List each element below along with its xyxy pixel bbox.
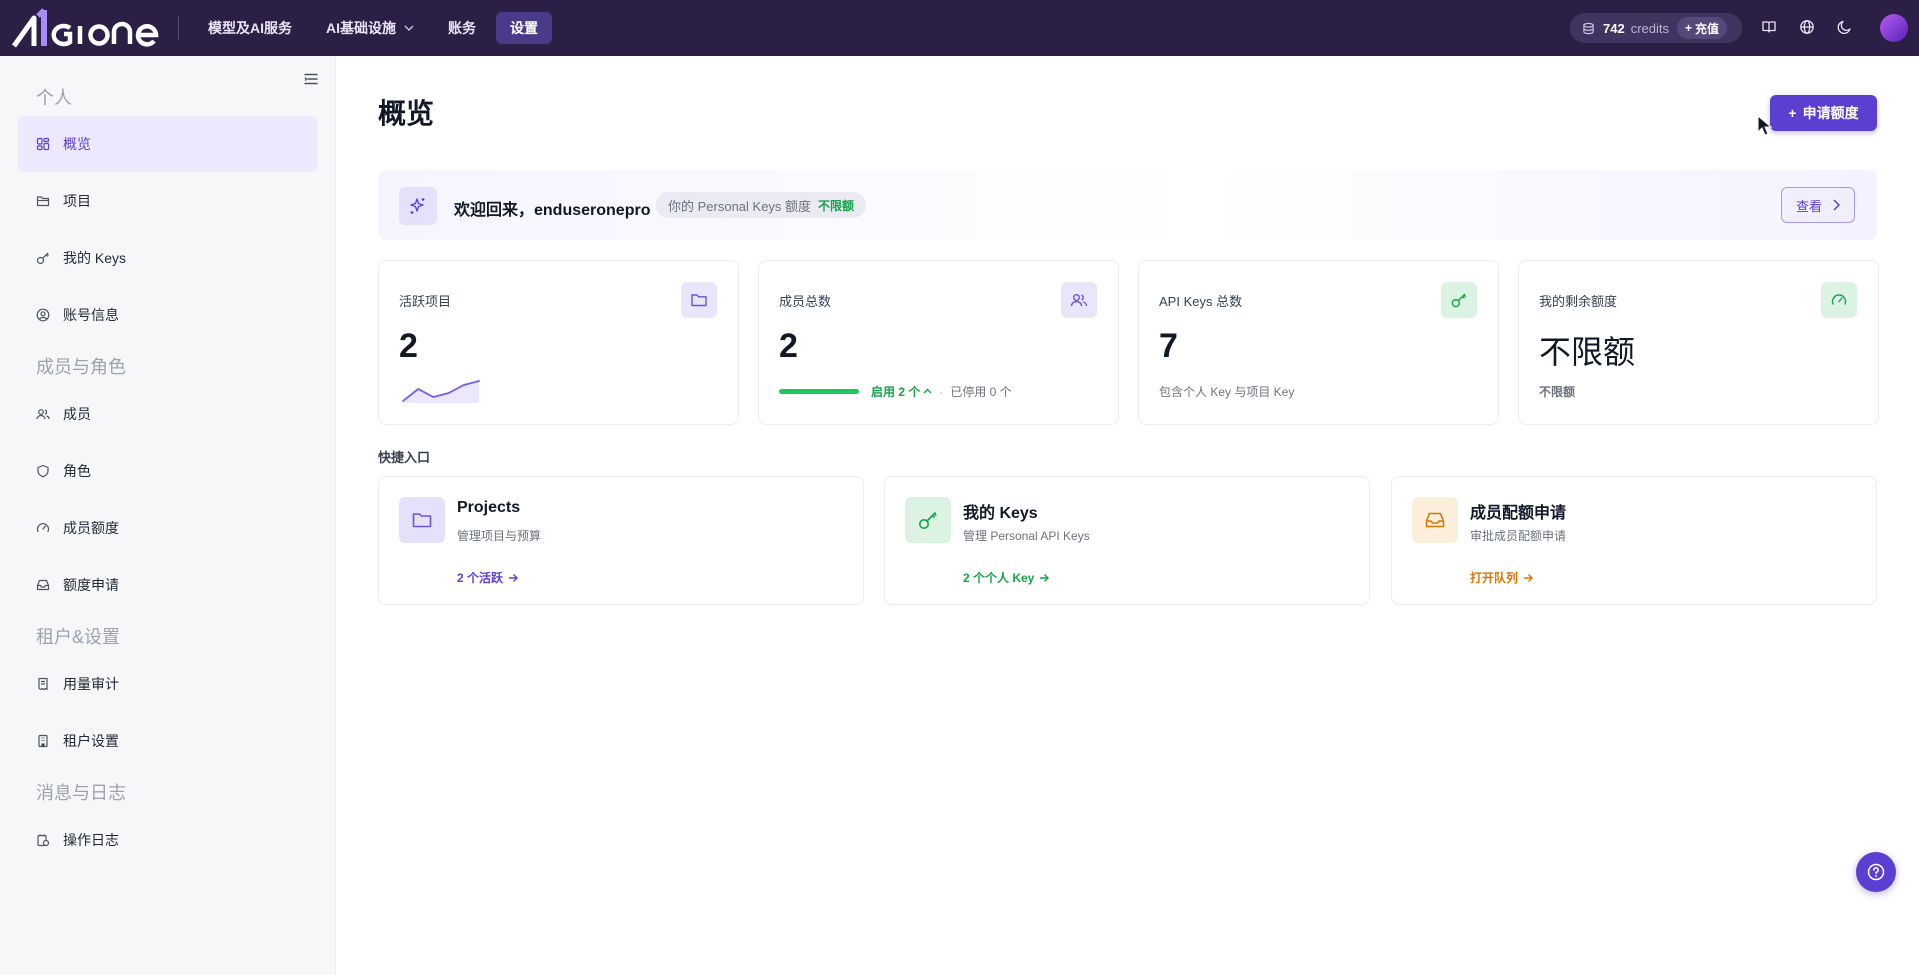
sidebar: 个人 概览 项目 我的 Keys 账号信息 成员与角色 成员 角色 成员额度 额… bbox=[0, 56, 336, 975]
database-icon bbox=[1583, 22, 1594, 34]
brand-logo[interactable] bbox=[10, 6, 166, 50]
enabled-members-bar bbox=[779, 389, 859, 394]
quick-card-member-quota-requests[interactable]: 成员配额申请 审批成员配额申请 打开队列 bbox=[1391, 476, 1877, 605]
sidebar-item-my-keys[interactable]: 我的 Keys bbox=[18, 230, 317, 286]
gauge-icon bbox=[36, 521, 50, 535]
dashboard-icon bbox=[36, 137, 50, 151]
welcome-banner: 欢迎回来，enduseronepro 你的 Personal Keys 额度 不… bbox=[378, 170, 1877, 240]
welcome-message: 欢迎回来，enduseronepro bbox=[454, 202, 651, 219]
sidebar-item-members[interactable]: 成员 bbox=[18, 386, 317, 442]
mouse-cursor-icon bbox=[1757, 115, 1773, 136]
sparkles-icon bbox=[399, 187, 437, 225]
quota-status: 不限额 bbox=[1539, 385, 1576, 399]
enabled-count: 启用 2 个 bbox=[871, 385, 921, 399]
sidebar-item-account-info[interactable]: 账号信息 bbox=[18, 287, 317, 343]
inbox-icon bbox=[1412, 497, 1458, 543]
personal-keys-link[interactable]: 2 个个人 Key bbox=[963, 569, 1050, 586]
sidebar-collapse-icon[interactable] bbox=[302, 70, 320, 88]
nav-billing[interactable]: 账务 bbox=[434, 12, 490, 44]
globe-icon[interactable] bbox=[1796, 16, 1818, 38]
quota-status: 不限额 bbox=[818, 198, 855, 213]
disabled-count: 已停用 0 个 bbox=[950, 385, 1012, 399]
quick-card-projects[interactable]: Projects 管理项目与预算 2 个活跃 bbox=[378, 476, 864, 605]
users-icon bbox=[36, 407, 50, 421]
stat-card-api-keys: API Keys 总数 7 包含个人 Key 与项目 Key bbox=[1138, 260, 1499, 425]
book-icon[interactable] bbox=[1758, 16, 1780, 38]
sidebar-section-personal: 个人 bbox=[36, 88, 72, 108]
sidebar-item-operation-logs[interactable]: 操作日志 bbox=[18, 812, 317, 868]
credits-unit: credits bbox=[1630, 20, 1669, 36]
header-divider bbox=[178, 16, 179, 40]
stat-value: 2 bbox=[779, 327, 798, 365]
active-projects-link[interactable]: 2 个活跃 bbox=[457, 569, 519, 586]
chevron-down-icon bbox=[404, 25, 414, 31]
separator: · bbox=[939, 384, 944, 399]
folder-icon bbox=[681, 282, 717, 318]
user-avatar[interactable] bbox=[1880, 14, 1908, 42]
stat-card-total-members: 成员总数 2 启用 2 个 · 已停用 0 个 bbox=[758, 260, 1119, 425]
users-icon bbox=[1061, 282, 1097, 318]
receipt-icon bbox=[36, 677, 50, 691]
api-keys-description: 包含个人 Key 与项目 Key bbox=[1159, 385, 1295, 399]
gauge-icon bbox=[1821, 282, 1857, 318]
sidebar-item-tenant-settings[interactable]: 租户设置 bbox=[18, 713, 317, 769]
plus-icon: + bbox=[1685, 21, 1693, 35]
folder-icon bbox=[36, 194, 50, 208]
sidebar-item-member-quota[interactable]: 成员额度 bbox=[18, 500, 317, 556]
sidebar-item-projects[interactable]: 项目 bbox=[18, 173, 317, 229]
nav-models-ai-services[interactable]: 模型及AI服务 bbox=[194, 12, 306, 44]
key-icon bbox=[1441, 282, 1477, 318]
folder-icon bbox=[399, 497, 445, 543]
sidebar-section-tenant-settings: 租户&设置 bbox=[36, 627, 121, 647]
main-nav: 模型及AI服务 AI基础设施 账务 设置 bbox=[194, 12, 552, 44]
quick-card-my-keys[interactable]: 我的 Keys 管理 Personal API Keys 2 个个人 Key bbox=[884, 476, 1370, 605]
nav-ai-infrastructure[interactable]: AI基础设施 bbox=[312, 12, 428, 44]
stat-card-remaining-quota: 我的剩余额度 不限额 不限额 bbox=[1518, 260, 1879, 425]
active-projects-sparkline bbox=[402, 380, 480, 403]
sidebar-item-roles[interactable]: 角色 bbox=[18, 443, 317, 499]
building-icon bbox=[36, 734, 50, 748]
page-title: 概览 bbox=[378, 98, 435, 129]
credits-value: 742 bbox=[1603, 20, 1625, 36]
arrow-right-icon bbox=[1040, 573, 1050, 582]
chevron-right-icon bbox=[1833, 199, 1840, 211]
arrow-right-icon bbox=[509, 573, 519, 582]
plus-icon: + bbox=[1788, 105, 1797, 121]
quick-access-title: 快捷入口 bbox=[378, 450, 431, 465]
arrow-right-icon bbox=[1524, 573, 1534, 582]
members-status: 启用 2 个 · 已停用 0 个 bbox=[779, 383, 1012, 400]
open-queue-link[interactable]: 打开队列 bbox=[1470, 569, 1534, 586]
shield-icon bbox=[36, 464, 50, 478]
moon-icon[interactable] bbox=[1834, 16, 1856, 38]
sidebar-item-usage-audit[interactable]: 用量审计 bbox=[18, 656, 317, 712]
recharge-button[interactable]: + 充值 bbox=[1677, 17, 1728, 39]
stat-value: 2 bbox=[399, 327, 418, 365]
sidebar-item-overview[interactable]: 概览 bbox=[18, 116, 317, 172]
help-icon bbox=[1867, 863, 1885, 881]
stat-value: 7 bbox=[1159, 327, 1178, 365]
credits-balance: 742 credits + 充值 bbox=[1570, 13, 1742, 43]
view-button[interactable]: 查看 bbox=[1781, 187, 1855, 223]
apply-quota-button[interactable]: + 申请额度 bbox=[1770, 95, 1877, 131]
stat-value: 不限额 bbox=[1539, 333, 1636, 371]
chevron-up-icon bbox=[923, 388, 932, 394]
inbox-icon bbox=[36, 578, 50, 592]
top-bar: 模型及AI服务 AI基础设施 账务 设置 742 credits + 充值 bbox=[0, 0, 1919, 56]
stat-card-active-projects: 活跃项目 2 bbox=[378, 260, 739, 425]
sidebar-section-messages-logs: 消息与日志 bbox=[36, 783, 126, 803]
nav-settings[interactable]: 设置 bbox=[496, 12, 552, 44]
key-icon bbox=[905, 497, 951, 543]
sidebar-item-quota-requests[interactable]: 额度申请 bbox=[18, 557, 317, 613]
help-button[interactable] bbox=[1856, 852, 1896, 892]
log-icon bbox=[36, 833, 50, 847]
user-circle-icon bbox=[36, 308, 50, 322]
sidebar-section-members-roles: 成员与角色 bbox=[36, 357, 126, 377]
personal-keys-quota-pill: 你的 Personal Keys 额度 不限额 bbox=[656, 192, 867, 218]
key-icon bbox=[36, 251, 50, 265]
